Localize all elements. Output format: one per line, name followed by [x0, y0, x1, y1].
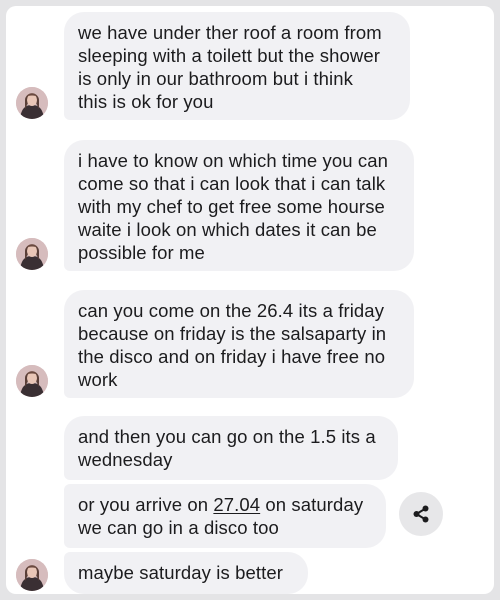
avatar[interactable]: [16, 87, 48, 119]
profile-photo-icon: [16, 559, 48, 591]
message-text: or you arrive on: [78, 494, 214, 515]
share-button[interactable]: [399, 492, 443, 536]
profile-photo-icon: [16, 238, 48, 270]
message-bubble[interactable]: can you come on the 26.4 its a friday be…: [64, 290, 414, 398]
chat-thread: we have under ther roof a room from slee…: [6, 6, 494, 594]
share-icon: [413, 505, 429, 523]
avatar[interactable]: [16, 238, 48, 270]
avatar[interactable]: [16, 365, 48, 397]
message-bubble[interactable]: maybe saturday is better: [64, 552, 308, 594]
profile-photo-icon: [16, 87, 48, 119]
date-link[interactable]: 27.04: [213, 494, 260, 515]
profile-photo-icon: [16, 365, 48, 397]
message-bubble[interactable]: we have under ther roof a room from slee…: [64, 12, 410, 120]
avatar[interactable]: [16, 559, 48, 591]
message-bubble[interactable]: or you arrive on 27.04 on saturday we ca…: [64, 484, 386, 548]
message-bubble[interactable]: and then you can go on the 1.5 its a wed…: [64, 416, 398, 480]
message-bubble[interactable]: i have to know on which time you can com…: [64, 140, 414, 271]
